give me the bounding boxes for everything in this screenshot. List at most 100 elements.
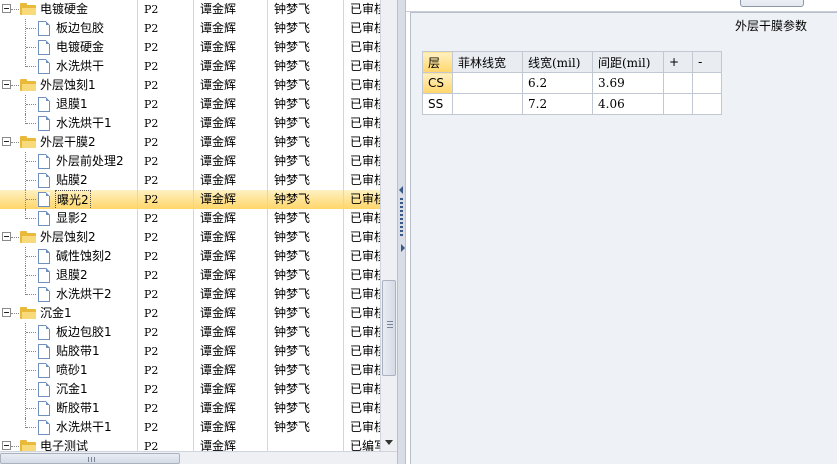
tree-group-row[interactable]: 电子测试 P2谭金辉 已编写 [0,437,380,451]
film-line-width-cell[interactable] [452,72,523,94]
operator-cell[interactable]: 谭金辉 [194,266,268,285]
tree-horizontal-scrollbar[interactable] [0,451,397,464]
reviewer-cell[interactable]: 钟梦飞 [268,19,344,38]
tree-group-row[interactable]: 沉金1 P2谭金辉钟梦飞已审核 [0,304,380,323]
status-cell[interactable]: 已审核 [344,228,380,247]
reviewer-cell[interactable]: 钟梦飞 [268,304,344,323]
code-cell[interactable]: P2 [138,342,194,361]
plus-cell[interactable] [663,93,693,115]
code-cell[interactable]: P2 [138,19,194,38]
operator-cell[interactable]: 谭金辉 [194,114,268,133]
spacing-cell[interactable]: 3.69 [592,72,664,94]
operator-cell[interactable]: 谭金辉 [194,247,268,266]
step-name-cell[interactable]: 电镀硬金 [0,38,138,57]
status-cell[interactable]: 已审核 [344,209,380,228]
code-cell[interactable]: P2 [138,380,194,399]
step-name-cell[interactable]: 外层前处理2 [0,152,138,171]
reviewer-cell[interactable]: 钟梦飞 [268,38,344,57]
step-name-cell[interactable]: 板边包胶 [0,19,138,38]
code-cell[interactable]: P2 [138,190,194,209]
status-cell[interactable]: 已审核 [344,114,380,133]
code-cell[interactable]: P2 [138,437,194,451]
operator-cell[interactable]: 谭金辉 [194,399,268,418]
step-name-cell[interactable]: 沉金1 [0,304,138,323]
tree-group-row[interactable]: 外层干膜2 P2谭金辉钟梦飞已审核 [0,133,380,152]
operator-cell[interactable]: 谭金辉 [194,304,268,323]
tree-step-row[interactable]: 水洗烘干1 P2谭金辉钟梦飞已审核 [0,114,380,133]
code-cell[interactable]: P2 [138,209,194,228]
minus-cell[interactable] [692,93,722,115]
status-cell[interactable]: 已审核 [344,418,380,437]
operator-cell[interactable]: 谭金辉 [194,437,268,451]
reviewer-cell[interactable]: 钟梦飞 [268,171,344,190]
step-name-cell[interactable]: 水洗烘干2 [0,285,138,304]
tree-step-row[interactable]: 显影2 P2谭金辉钟梦飞已审核 [0,209,380,228]
tree-step-row[interactable]: 外层前处理2 P2谭金辉钟梦飞已审核 [0,152,380,171]
status-cell[interactable]: 已审核 [344,380,380,399]
operator-cell[interactable]: 谭金辉 [194,19,268,38]
header-layer[interactable]: 层 [422,51,453,73]
status-cell[interactable]: 已审核 [344,38,380,57]
collapse-toggle-icon[interactable] [2,308,11,317]
code-cell[interactable]: P2 [138,247,194,266]
parameter-row[interactable]: CS 6.2 3.69 [422,72,722,94]
line-width-cell[interactable]: 6.2 [522,72,593,94]
vertical-scroll-thumb[interactable] [382,280,396,376]
collapse-toggle-icon[interactable] [2,441,11,450]
code-cell[interactable]: P2 [138,266,194,285]
tree-group-row[interactable]: 外层蚀刻1 P2谭金辉钟梦飞已审核 [0,76,380,95]
tree-step-row[interactable]: 曝光2 P2谭金辉钟梦飞已审核 [0,190,380,209]
step-name-cell[interactable]: 水洗烘干1 [0,114,138,133]
reviewer-cell[interactable]: 钟梦飞 [268,342,344,361]
code-cell[interactable]: P2 [138,133,194,152]
step-name-cell[interactable]: 显影2 [0,209,138,228]
process-tree-grid[interactable]: 电镀硬金P2谭金辉钟梦飞已审核板边包胶P2谭金辉钟梦飞已审核电镀硬金P2谭金辉钟… [0,0,380,451]
add-column-button[interactable]: + [663,51,693,73]
code-cell[interactable]: P2 [138,399,194,418]
code-cell[interactable]: P2 [138,171,194,190]
reviewer-cell[interactable]: 钟梦飞 [268,95,344,114]
step-name-cell[interactable]: 电子测试 [0,437,138,451]
operator-cell[interactable]: 谭金辉 [194,95,268,114]
tree-step-row[interactable]: 板边包胶 P2谭金辉钟梦飞已审核 [0,19,380,38]
operator-cell[interactable]: 谭金辉 [194,0,268,19]
layer-cell[interactable]: CS [422,72,453,94]
status-cell[interactable]: 已审核 [344,285,380,304]
status-cell[interactable]: 已审核 [344,266,380,285]
panel-splitter[interactable] [397,0,406,464]
reviewer-cell[interactable]: 钟梦飞 [268,114,344,133]
step-name-cell[interactable]: 外层干膜2 [0,133,138,152]
code-cell[interactable]: P2 [138,0,194,19]
step-name-cell[interactable]: 外层蚀刻2 [0,228,138,247]
tree-step-row[interactable]: 水洗烘干 P2谭金辉钟梦飞已审核 [0,57,380,76]
reviewer-cell[interactable]: 钟梦飞 [268,266,344,285]
tree-step-row[interactable]: 贴膜2 P2谭金辉钟梦飞已审核 [0,171,380,190]
tree-step-row[interactable]: 沉金1 P2谭金辉钟梦飞已审核 [0,380,380,399]
tree-step-row[interactable]: 喷砂1 P2谭金辉钟梦飞已审核 [0,361,380,380]
reviewer-cell[interactable]: 钟梦飞 [268,323,344,342]
tree-group-row[interactable]: 电镀硬金 P2谭金辉钟梦飞已审核 [0,0,380,19]
header-spacing[interactable]: 间距(mil) [592,51,664,73]
tree-step-row[interactable]: 退膜1 P2谭金辉钟梦飞已审核 [0,95,380,114]
tree-step-row[interactable]: 退膜2 P2谭金辉钟梦飞已审核 [0,266,380,285]
plus-cell[interactable] [663,72,693,94]
tree-step-row[interactable]: 电镀硬金 P2谭金辉钟梦飞已审核 [0,38,380,57]
reviewer-cell[interactable]: 钟梦飞 [268,285,344,304]
tree-step-row[interactable]: 板边包胶1 P2谭金辉钟梦飞已审核 [0,323,380,342]
operator-cell[interactable]: 谭金辉 [194,418,268,437]
reviewer-cell[interactable]: 钟梦飞 [268,76,344,95]
operator-cell[interactable]: 谭金辉 [194,57,268,76]
code-cell[interactable]: P2 [138,152,194,171]
status-cell[interactable]: 已审核 [344,95,380,114]
step-name-cell[interactable]: 贴膜2 [0,171,138,190]
status-cell[interactable]: 已审核 [344,0,380,19]
status-cell[interactable]: 已审核 [344,171,380,190]
reviewer-cell[interactable]: 钟梦飞 [268,380,344,399]
operator-cell[interactable]: 谭金辉 [194,171,268,190]
status-cell[interactable]: 已审核 [344,190,380,209]
code-cell[interactable]: P2 [138,418,194,437]
collapse-left-arrow-icon[interactable] [399,186,403,194]
scroll-down-arrow-icon[interactable] [385,440,393,445]
operator-cell[interactable]: 谭金辉 [194,133,268,152]
step-name-cell[interactable]: 水洗烘干1 [0,418,138,437]
